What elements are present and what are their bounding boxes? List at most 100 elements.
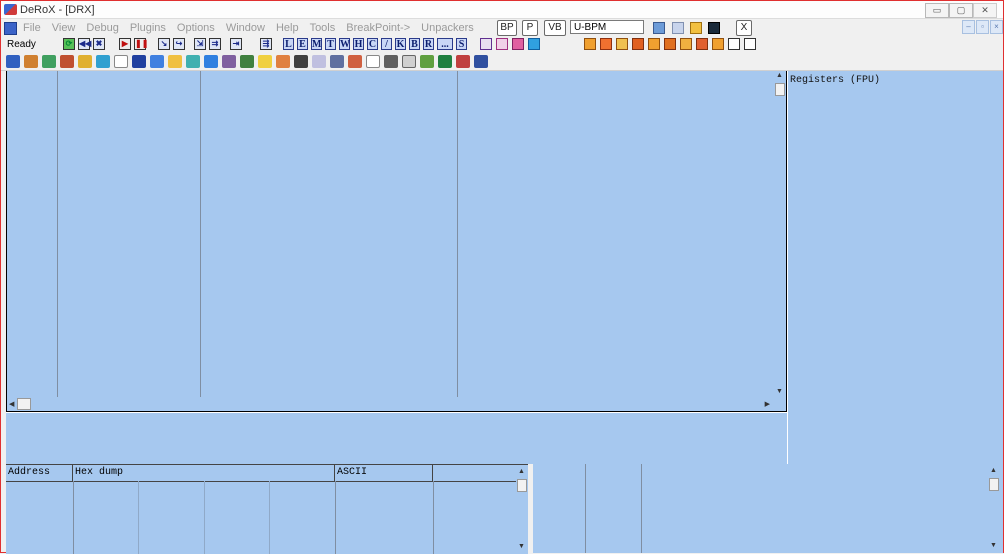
maximize-button[interactable]: ▢	[949, 3, 973, 18]
disasm-column-divider[interactable]	[457, 71, 458, 397]
tool-25-icon[interactable]	[438, 55, 452, 68]
registers-pane[interactable]: Registers (FPU)	[787, 71, 1003, 464]
tool-27-icon[interactable]	[474, 55, 488, 68]
hex-dump-pane[interactable]: Address Hex dump ASCII ▲ ▼	[6, 464, 528, 554]
trace-into-icon[interactable]: ⇲	[194, 38, 206, 50]
console-icon[interactable]	[708, 22, 720, 34]
stack-pane[interactable]: ▲ ▼	[533, 464, 1003, 553]
goto-icon[interactable]: ⇶	[260, 38, 272, 50]
step-into-icon[interactable]: ↘	[158, 38, 170, 50]
log-window-button[interactable]: L	[283, 38, 294, 50]
tool-13-icon[interactable]	[222, 55, 236, 68]
tool-24-icon[interactable]	[420, 55, 434, 68]
disasm-vertical-scrollbar[interactable]: ▲ ▼	[774, 71, 786, 397]
column-header-hex-dump[interactable]: Hex dump	[73, 465, 335, 481]
plugin-2-icon[interactable]	[600, 38, 612, 50]
cpu-button[interactable]: C	[367, 38, 378, 50]
plugin-4-icon[interactable]	[632, 38, 644, 50]
menu-close-button[interactable]: X	[736, 20, 752, 36]
tool-10-icon[interactable]	[168, 55, 182, 68]
menu-debug[interactable]: Debug	[86, 22, 118, 34]
memory-map-icon[interactable]	[653, 22, 665, 34]
tool-18-icon[interactable]	[312, 55, 326, 68]
plugin-3-icon[interactable]	[616, 38, 628, 50]
menu-breakpoint[interactable]: BreakPoint->	[346, 22, 410, 34]
source-button[interactable]: S	[456, 38, 467, 50]
plugin-7-icon[interactable]	[680, 38, 692, 50]
bp-button[interactable]: BP	[497, 20, 517, 36]
column-header-address[interactable]: Address	[6, 465, 73, 481]
trace-over-icon[interactable]: ⇉	[209, 38, 221, 50]
run-icon[interactable]: ▶	[119, 38, 131, 50]
open-icon[interactable]: ⟳	[63, 38, 75, 50]
tool-26-icon[interactable]	[456, 55, 470, 68]
restart-icon[interactable]: ◀◀	[78, 38, 91, 50]
mdi-minimize-button[interactable]: –	[962, 20, 975, 34]
folder-icon[interactable]	[690, 22, 702, 34]
menu-window[interactable]: Window	[226, 22, 265, 34]
font-icon[interactable]	[528, 38, 540, 50]
scroll-right-arrow-icon[interactable]: ▶	[765, 400, 770, 408]
h-scroll-thumb[interactable]	[17, 398, 31, 410]
tool-2-icon[interactable]	[24, 55, 38, 68]
ubpm-input[interactable]: U-BPM	[570, 20, 644, 34]
plugin-6-icon[interactable]	[664, 38, 676, 50]
call-stack-button[interactable]: K	[395, 38, 406, 50]
vb-button[interactable]: VB	[544, 20, 566, 36]
mdi-close-button[interactable]: ×	[990, 20, 1003, 34]
plugin-9-icon[interactable]	[712, 38, 724, 50]
scroll-left-arrow-icon[interactable]: ◀	[9, 400, 14, 408]
help-icon[interactable]	[512, 38, 524, 50]
list-icon[interactable]	[480, 38, 492, 50]
scroll-thumb[interactable]	[775, 83, 785, 96]
disasm-column-divider[interactable]	[57, 71, 58, 397]
run-trace-button[interactable]: ...	[437, 38, 453, 50]
disassembly-pane[interactable]: ▲ ▼ ◀ ▶	[6, 71, 787, 412]
close-program-icon[interactable]: ✖	[93, 38, 105, 50]
menu-plugins[interactable]: Plugins	[130, 22, 166, 34]
memory-button[interactable]: M	[311, 38, 322, 50]
column-header-ascii[interactable]: ASCII	[335, 465, 433, 481]
tool-1-icon[interactable]	[6, 55, 20, 68]
menu-tools[interactable]: Tools	[310, 22, 336, 34]
scroll-down-arrow-icon[interactable]: ▼	[776, 388, 783, 395]
tool-23-icon[interactable]	[402, 55, 416, 68]
scroll-up-arrow-icon[interactable]: ▲	[990, 467, 997, 474]
tool-6-icon[interactable]	[96, 55, 110, 68]
tool-8-icon[interactable]	[132, 55, 146, 68]
scroll-thumb[interactable]	[517, 479, 527, 492]
pause-icon[interactable]: ❚❚	[134, 38, 148, 50]
modules-button[interactable]: E	[297, 38, 308, 50]
references-button[interactable]: R	[423, 38, 434, 50]
plugin-8-icon[interactable]	[696, 38, 708, 50]
handles-button[interactable]: H	[353, 38, 364, 50]
tool-9-icon[interactable]	[150, 55, 164, 68]
menu-help[interactable]: Help	[276, 22, 299, 34]
scroll-down-arrow-icon[interactable]: ▼	[518, 543, 525, 550]
scroll-up-arrow-icon[interactable]: ▲	[776, 72, 783, 79]
tool-21-icon[interactable]	[366, 55, 380, 68]
p-button[interactable]: P	[522, 20, 538, 36]
scroll-up-arrow-icon[interactable]: ▲	[518, 468, 525, 475]
windows-button[interactable]: W	[339, 38, 350, 50]
tool-11-icon[interactable]	[186, 55, 200, 68]
info-pane[interactable]	[6, 412, 787, 465]
tool-14-icon[interactable]	[240, 55, 254, 68]
menu-options[interactable]: Options	[177, 22, 215, 34]
tool-12-icon[interactable]	[204, 55, 218, 68]
patches-button[interactable]: /	[381, 38, 392, 50]
minimize-button[interactable]: ▭	[925, 3, 949, 18]
tool-17-icon[interactable]	[294, 55, 308, 68]
plugin-1-icon[interactable]	[584, 38, 596, 50]
breakpoints-button[interactable]: B	[409, 38, 420, 50]
close-button[interactable]: ✕	[973, 3, 997, 18]
tool-16-icon[interactable]	[276, 55, 290, 68]
plugin-10-icon[interactable]	[728, 38, 740, 50]
dump-vertical-scrollbar[interactable]: ▲ ▼	[516, 465, 528, 554]
log-icon[interactable]	[672, 22, 684, 34]
disasm-column-divider[interactable]	[200, 71, 201, 397]
execute-till-return-icon[interactable]: ⇥	[230, 38, 242, 50]
tool-19-icon[interactable]	[330, 55, 344, 68]
mdi-restore-button[interactable]: ▫	[976, 20, 989, 34]
tool-7-icon[interactable]	[114, 55, 128, 68]
